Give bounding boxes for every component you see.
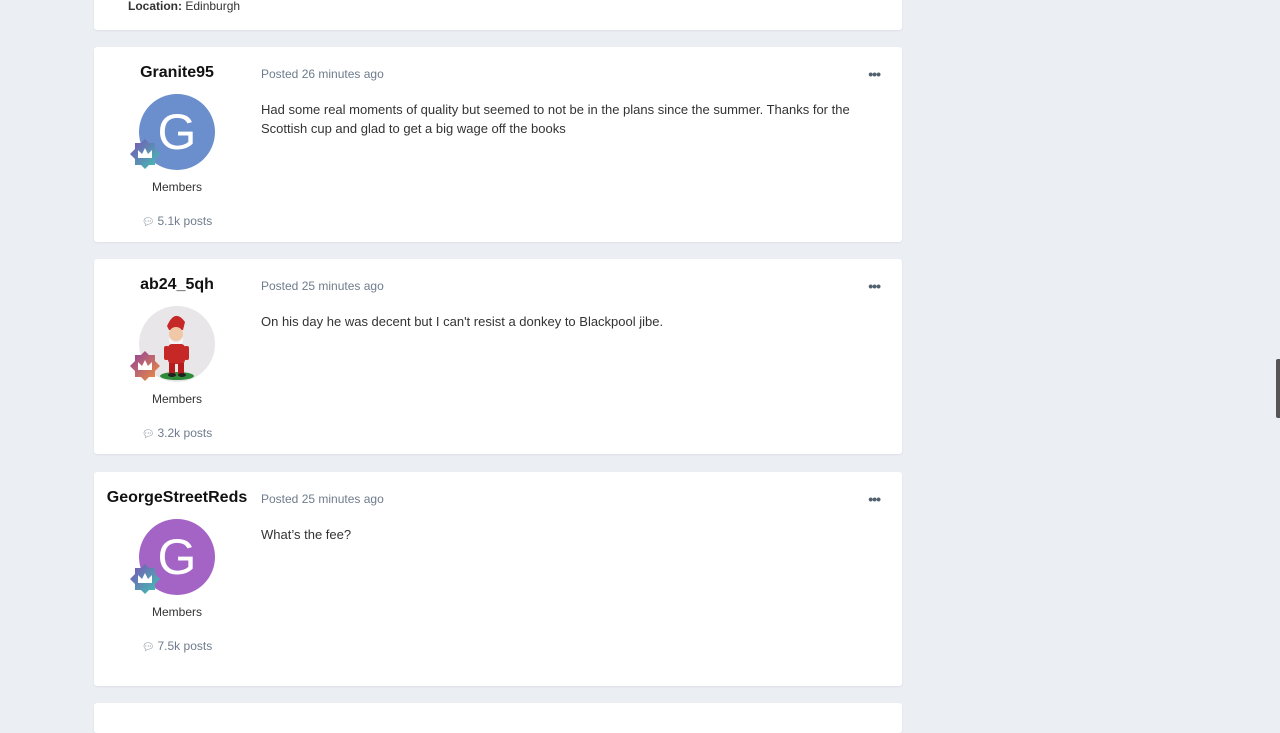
author-location: Location: Edinburgh: [128, 0, 240, 13]
post-body: Had some real moments of quality but see…: [261, 102, 850, 136]
author-username[interactable]: Granite95: [102, 64, 252, 82]
post-timestamp[interactable]: Posted 25 minutes ago: [261, 492, 384, 506]
avatar-container[interactable]: [130, 306, 215, 382]
next-post-card: [94, 703, 902, 733]
author-panel: Granite95 G Members 💬︎ 5.1k posts: [94, 64, 260, 228]
post-timestamp[interactable]: Posted 25 minutes ago: [261, 279, 384, 293]
avatar-container[interactable]: G: [130, 94, 215, 170]
post-card: GeorgeStreetReds G Members 💬︎ 7.5k posts …: [94, 472, 902, 686]
avatar-container[interactable]: G: [130, 519, 215, 595]
post-body: What’s the fee?: [261, 527, 352, 542]
ellipsis-icon[interactable]: •••: [868, 491, 881, 507]
post-count[interactable]: 💬︎ 7.5k posts: [94, 639, 260, 653]
location-value: Edinburgh: [185, 0, 241, 13]
member-group: Members: [151, 180, 202, 194]
post-card: Granite95 G Members 💬︎ 5.1k posts Posted …: [94, 47, 902, 242]
location-label: Location:: [128, 0, 182, 13]
post-count-label: 7.5k posts: [157, 639, 213, 653]
author-username[interactable]: ab24_5qh: [102, 276, 252, 294]
member-group: Members: [151, 392, 202, 406]
author-panel: ab24_5qh Members 💬︎ 3.2k posts: [94, 276, 260, 440]
ellipsis-icon[interactable]: •••: [868, 66, 881, 82]
post-card: ab24_5qh Members 💬︎ 3.2k posts Posted 25…: [94, 259, 902, 454]
crown-badge-icon: [130, 139, 160, 169]
post-body: On his day he was decent but I can't res…: [261, 314, 664, 329]
post-count-label: 3.2k posts: [157, 426, 213, 440]
author-username[interactable]: GeorgeStreetReds: [102, 489, 252, 507]
comment-icon: 💬︎: [141, 642, 155, 653]
ellipsis-icon[interactable]: •••: [868, 278, 881, 294]
comment-icon: 💬︎: [141, 429, 155, 440]
post-timestamp[interactable]: Posted 26 minutes ago: [261, 67, 384, 81]
member-group: Members: [151, 605, 202, 619]
post-count[interactable]: 💬︎ 3.2k posts: [94, 426, 260, 440]
post-count[interactable]: 💬︎ 5.1k posts: [94, 214, 260, 228]
crown-badge-icon: [130, 351, 160, 381]
post-count-label: 5.1k posts: [157, 214, 213, 228]
comment-icon: 💬︎: [141, 217, 155, 228]
crown-badge-icon: [130, 564, 160, 594]
previous-post-card: Location: Edinburgh: [94, 0, 902, 30]
author-panel: GeorgeStreetReds G Members 💬︎ 7.5k posts: [94, 489, 260, 653]
scrollbar-thumb[interactable]: [1276, 359, 1280, 418]
